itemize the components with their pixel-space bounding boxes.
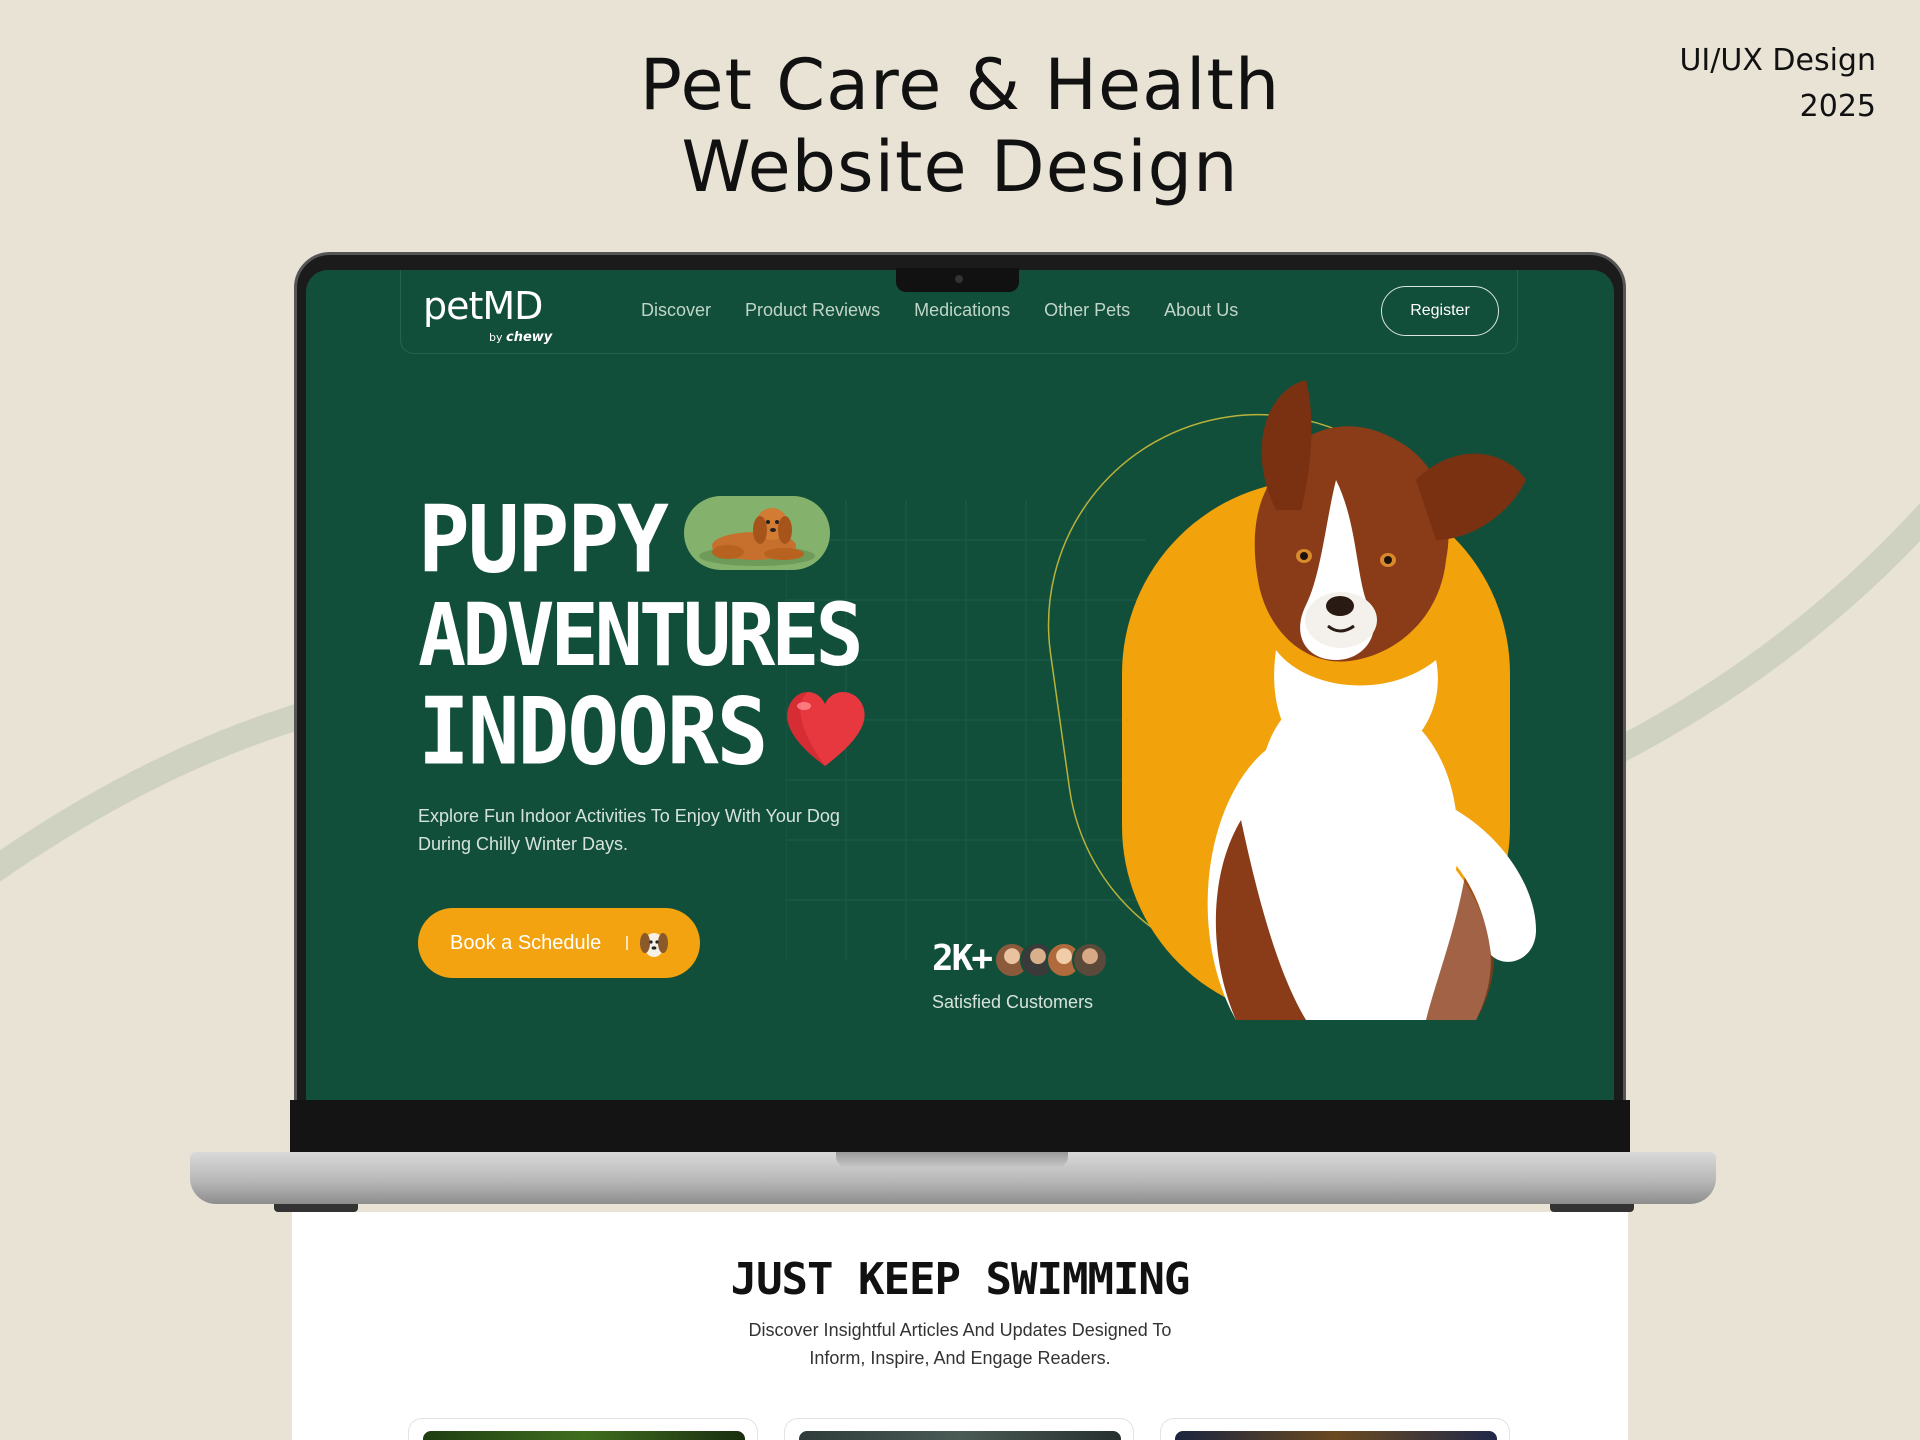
logo-wordmark: petMD [423,284,543,328]
article-card[interactable] [408,1418,758,1440]
nav-link-product-reviews[interactable]: Product Reviews [745,300,880,321]
laptop-base-notch [836,1152,1068,1168]
presentation-meta-year: 2025 [1799,89,1876,124]
hero-heading-line2: ADVENTURES [418,585,864,686]
logo-by-text: by [489,331,503,344]
logo-brand-text: chewy [506,330,553,345]
section-title: JUST KEEP SWIMMING [730,1254,1191,1305]
book-schedule-label: Book a Schedule [450,931,602,954]
presentation-title-line2: Website Design [681,126,1239,208]
nav-links: Discover Product Reviews Medications Oth… [641,300,1238,321]
laptop-screen: petMD by chewy Discover Product Reviews … [306,270,1614,1100]
article-card[interactable] [784,1418,1134,1440]
logo-byline: by chewy [489,330,552,345]
camera-lens [955,275,963,283]
cta-separator [626,936,628,950]
section-description-line1: Discover Insightful Articles And Updates… [748,1320,1172,1340]
presentation-meta-category: UI/UX Design [1679,43,1876,78]
presentation-meta: UI/UX Design 2025 [1679,38,1876,130]
register-button[interactable]: Register [1381,286,1499,336]
presentation-title: Pet Care & Health Website Design [0,44,1920,208]
dog-face-icon [640,933,668,957]
laptop-foot-left [274,1204,358,1212]
hero-dog-illustration [1047,380,1536,1020]
site-logo[interactable]: petMD by chewy [423,284,552,345]
book-schedule-button[interactable]: Book a Schedule [418,908,700,978]
nav-link-other-pets[interactable]: Other Pets [1044,300,1130,321]
article-card-image [423,1431,745,1440]
article-card-image [1175,1431,1497,1440]
section-description-line2: Inform, Inspire, And Engage Readers. [809,1348,1111,1368]
laptop-bottom-bezel [290,1100,1630,1152]
heart-icon [778,682,872,772]
customer-count: 2K+ [932,938,993,979]
nav-link-discover[interactable]: Discover [641,300,711,321]
puppy-lying-icon [684,496,830,570]
articles-section: JUST KEEP SWIMMING Discover Insightful A… [292,1212,1628,1440]
nav-link-about-us[interactable]: About Us [1164,300,1238,321]
nav-link-medications[interactable]: Medications [914,300,1010,321]
laptop-foot-right [1550,1204,1634,1212]
hero-description: Explore Fun Indoor Activities To Enjoy W… [418,806,840,854]
article-card-image [799,1431,1121,1440]
section-description: Discover Insightful Articles And Updates… [292,1316,1628,1372]
article-card[interactable] [1160,1418,1510,1440]
hero-heading-line1: PUPPY [418,486,669,594]
presentation-title-line1: Pet Care & Health [639,44,1281,126]
hero-heading-line3: INDOORS [418,678,768,786]
